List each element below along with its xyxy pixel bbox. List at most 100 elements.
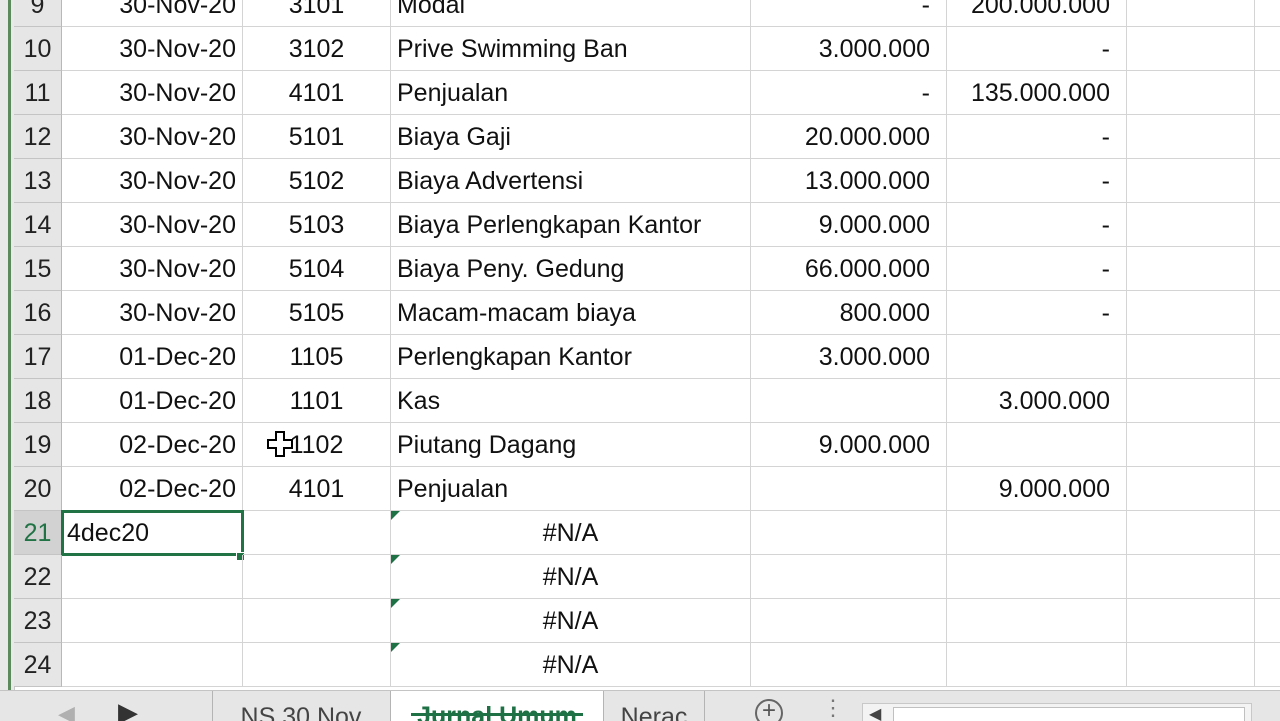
code-cell[interactable] bbox=[243, 555, 391, 599]
account-cell[interactable]: Piutang Dagang bbox=[391, 423, 751, 467]
debit-cell[interactable] bbox=[751, 599, 947, 643]
row-header[interactable]: 22 bbox=[14, 555, 62, 599]
debit-cell[interactable]: 66.000.000 bbox=[751, 247, 947, 291]
empty-cell[interactable] bbox=[1255, 71, 1280, 115]
debit-cell[interactable] bbox=[751, 379, 947, 423]
empty-cell[interactable] bbox=[1255, 467, 1280, 511]
next-sheet-icon[interactable]: ▶ bbox=[118, 697, 138, 721]
debit-cell[interactable]: 3.000.000 bbox=[751, 335, 947, 379]
code-cell[interactable]: 4101 bbox=[243, 467, 391, 511]
empty-cell[interactable] bbox=[1127, 511, 1255, 555]
active-cell-editing[interactable]: 4dec20 bbox=[61, 510, 244, 556]
empty-cell[interactable] bbox=[1255, 555, 1280, 599]
row-header[interactable]: 20 bbox=[14, 467, 62, 511]
date-cell[interactable]: 30-Nov-20 bbox=[62, 247, 243, 291]
row-header[interactable]: 17 bbox=[14, 335, 62, 379]
row-header[interactable]: 13 bbox=[14, 159, 62, 203]
empty-cell[interactable] bbox=[1127, 291, 1255, 335]
account-cell[interactable]: Biaya Advertensi bbox=[391, 159, 751, 203]
debit-cell[interactable] bbox=[751, 555, 947, 599]
code-cell[interactable]: 1101 bbox=[243, 379, 391, 423]
tab-jurnal-umum[interactable]: Jurnal Umum bbox=[390, 691, 604, 721]
code-cell[interactable]: 5104 bbox=[243, 247, 391, 291]
account-cell[interactable]: Biaya Gaji bbox=[391, 115, 751, 159]
empty-cell[interactable] bbox=[1255, 599, 1280, 643]
empty-cell[interactable] bbox=[1255, 203, 1280, 247]
credit-cell[interactable] bbox=[947, 599, 1127, 643]
empty-cell[interactable] bbox=[1127, 643, 1255, 687]
empty-cell[interactable] bbox=[1255, 115, 1280, 159]
date-cell[interactable]: 01-Dec-20 bbox=[62, 335, 243, 379]
credit-cell[interactable] bbox=[947, 555, 1127, 599]
account-cell[interactable]: Prive Swimming Ban bbox=[391, 27, 751, 71]
row-header[interactable]: 9 bbox=[14, 0, 62, 27]
account-cell[interactable]: #N/A bbox=[391, 599, 751, 643]
empty-cell[interactable] bbox=[1127, 599, 1255, 643]
date-cell[interactable] bbox=[62, 643, 243, 687]
row-header[interactable]: 10 bbox=[14, 27, 62, 71]
code-cell[interactable] bbox=[243, 643, 391, 687]
debit-cell[interactable]: 800.000 bbox=[751, 291, 947, 335]
empty-cell[interactable] bbox=[1127, 0, 1255, 27]
empty-cell[interactable] bbox=[1127, 423, 1255, 467]
account-cell[interactable]: Perlengkapan Kantor bbox=[391, 335, 751, 379]
empty-cell[interactable] bbox=[1127, 27, 1255, 71]
row-header[interactable]: 21 bbox=[14, 511, 62, 555]
empty-cell[interactable] bbox=[1127, 335, 1255, 379]
debit-cell[interactable]: 20.000.000 bbox=[751, 115, 947, 159]
row-header[interactable]: 14 bbox=[14, 203, 62, 247]
credit-cell[interactable] bbox=[947, 643, 1127, 687]
account-cell[interactable]: Kas bbox=[391, 379, 751, 423]
row-header[interactable]: 23 bbox=[14, 599, 62, 643]
tab-ns-30-nov[interactable]: NS 30 Nov bbox=[212, 691, 389, 721]
add-sheet-icon[interactable]: + bbox=[755, 699, 783, 721]
row-header[interactable]: 12 bbox=[14, 115, 62, 159]
debit-cell[interactable]: 9.000.000 bbox=[751, 423, 947, 467]
date-cell[interactable]: 30-Nov-20 bbox=[62, 115, 243, 159]
date-cell[interactable] bbox=[62, 599, 243, 643]
row-header[interactable]: 24 bbox=[14, 643, 62, 687]
credit-cell[interactable]: 9.000.000 bbox=[947, 467, 1127, 511]
code-cell[interactable]: 4101 bbox=[243, 71, 391, 115]
code-cell[interactable] bbox=[243, 599, 391, 643]
empty-cell[interactable] bbox=[1255, 511, 1280, 555]
row-header[interactable]: 11 bbox=[14, 71, 62, 115]
debit-cell[interactable]: 9.000.000 bbox=[751, 203, 947, 247]
debit-cell[interactable] bbox=[751, 511, 947, 555]
account-cell[interactable]: #N/A bbox=[391, 555, 751, 599]
credit-cell[interactable]: - bbox=[947, 203, 1127, 247]
date-cell[interactable]: 30-Nov-20 bbox=[62, 27, 243, 71]
empty-cell[interactable] bbox=[1127, 247, 1255, 291]
date-cell[interactable]: 02-Dec-20 bbox=[62, 467, 243, 511]
account-cell[interactable]: Biaya Perlengkapan Kantor bbox=[391, 203, 751, 247]
code-cell[interactable]: 1105 bbox=[243, 335, 391, 379]
empty-cell[interactable] bbox=[1255, 379, 1280, 423]
code-cell[interactable]: 5102 bbox=[243, 159, 391, 203]
credit-cell[interactable] bbox=[947, 423, 1127, 467]
empty-cell[interactable] bbox=[1127, 555, 1255, 599]
row-header[interactable]: 19 bbox=[14, 423, 62, 467]
credit-cell[interactable]: - bbox=[947, 247, 1127, 291]
row-header[interactable]: 16 bbox=[14, 291, 62, 335]
debit-cell[interactable]: - bbox=[751, 71, 947, 115]
account-cell[interactable]: Penjualan bbox=[391, 467, 751, 511]
debit-cell[interactable] bbox=[751, 467, 947, 511]
empty-cell[interactable] bbox=[1127, 467, 1255, 511]
empty-cell[interactable] bbox=[1255, 247, 1280, 291]
debit-cell[interactable] bbox=[751, 643, 947, 687]
empty-cell[interactable] bbox=[1255, 291, 1280, 335]
credit-cell[interactable]: - bbox=[947, 115, 1127, 159]
account-cell[interactable]: #N/A bbox=[391, 643, 751, 687]
account-cell[interactable]: #N/A bbox=[391, 511, 751, 555]
horizontal-scrollbar[interactable]: ◀ bbox=[862, 703, 1252, 721]
empty-cell[interactable] bbox=[1255, 423, 1280, 467]
date-cell[interactable]: 30-Nov-20 bbox=[62, 71, 243, 115]
row-header[interactable]: 15 bbox=[14, 247, 62, 291]
code-cell[interactable]: 5105 bbox=[243, 291, 391, 335]
empty-cell[interactable] bbox=[1127, 203, 1255, 247]
credit-cell[interactable] bbox=[947, 511, 1127, 555]
debit-cell[interactable]: 3.000.000 bbox=[751, 27, 947, 71]
account-cell[interactable]: Biaya Peny. Gedung bbox=[391, 247, 751, 291]
empty-cell[interactable] bbox=[1127, 159, 1255, 203]
prev-sheet-icon[interactable]: ◀ bbox=[58, 701, 75, 721]
